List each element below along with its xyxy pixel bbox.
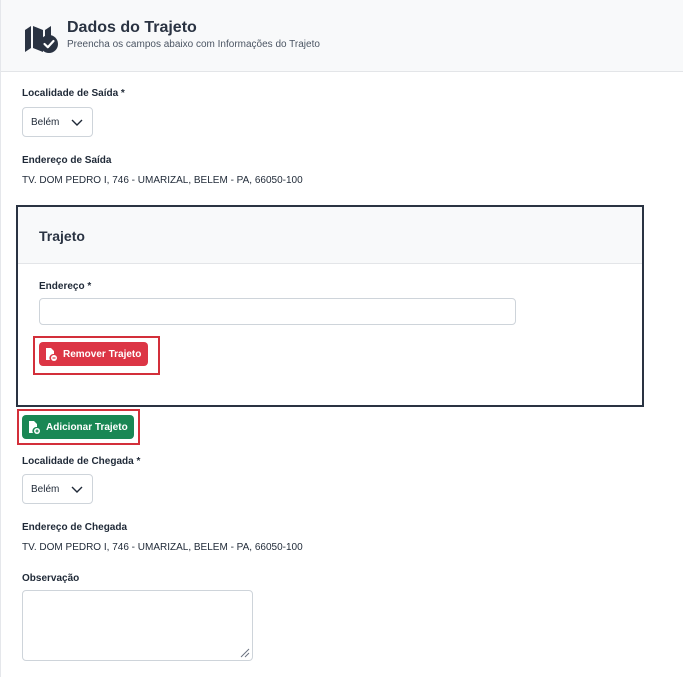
remover-trajeto-button[interactable]: Remover Trajeto — [39, 342, 148, 366]
adicionar-trajeto-button[interactable]: Adicionar Trajeto — [22, 415, 134, 439]
trajeto-title: Trajeto — [39, 228, 85, 244]
trajeto-endereco-input[interactable] — [39, 298, 516, 325]
endereco-saida-label: Endereço de Saída — [22, 155, 112, 166]
route-check-icon — [25, 26, 58, 53]
observacao-textarea[interactable] — [22, 590, 253, 661]
localidade-saida-value: Belém — [31, 117, 60, 128]
localidade-chegada-label: Localidade de Chegada * — [22, 456, 141, 467]
page-title: Dados do Trajeto — [67, 19, 197, 36]
endereco-chegada-value: TV. DOM PEDRO I, 746 - UMARIZAL, BELEM -… — [22, 542, 303, 553]
file-add-icon — [29, 420, 40, 434]
localidade-saida-select[interactable]: Belém — [22, 107, 93, 137]
endereco-chegada-label: Endereço de Chegada — [22, 522, 128, 533]
chevron-down-icon — [71, 486, 83, 493]
trajeto-card: Trajeto Endereço * Remover Trajeto — [16, 205, 644, 407]
section-header: Dados do Trajeto Preencha os campos abai… — [1, 0, 683, 72]
localidade-chegada-select[interactable]: Belém — [22, 474, 93, 504]
adicionar-trajeto-label: Adicionar Trajeto — [46, 421, 128, 433]
resize-grip-icon[interactable] — [238, 646, 250, 658]
trajeto-card-header: Trajeto — [18, 207, 642, 264]
page: Dados do Trajeto Preencha os campos abai… — [0, 0, 683, 677]
observacao-label: Observação — [22, 573, 80, 584]
localidade-saida-label: Localidade de Saída * — [22, 88, 125, 99]
chevron-down-icon — [71, 119, 83, 126]
remover-trajeto-label: Remover Trajeto — [63, 348, 142, 360]
trajeto-endereco-label: Endereço * — [39, 281, 92, 292]
endereco-saida-value: TV. DOM PEDRO I, 746 - UMARIZAL, BELEM -… — [22, 175, 303, 186]
file-remove-icon — [46, 347, 57, 361]
page-subtitle: Preencha os campos abaixo com Informaçõe… — [67, 39, 320, 50]
localidade-chegada-value: Belém — [31, 484, 60, 495]
